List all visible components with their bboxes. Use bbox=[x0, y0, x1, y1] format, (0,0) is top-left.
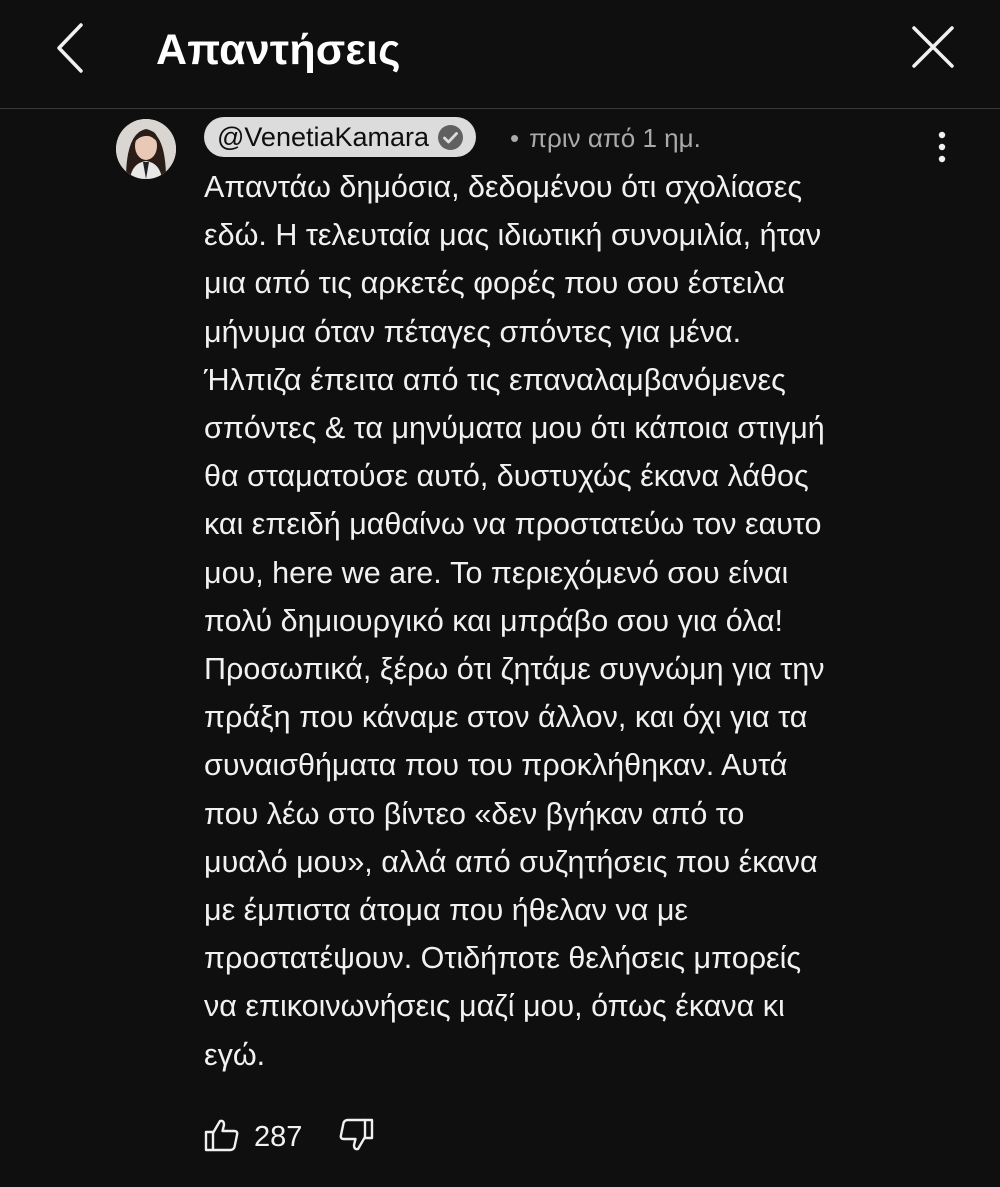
thumbs-up-icon bbox=[204, 1118, 240, 1157]
comment-thread-item: @VenetiaKamara • πριν από 1 ημ. Απαντάω δ… bbox=[0, 109, 1000, 1187]
verified-badge-icon bbox=[437, 124, 464, 151]
thumbs-down-icon bbox=[338, 1118, 374, 1157]
header-bar: Απαντήσεις bbox=[0, 0, 1000, 109]
like-count: 287 bbox=[254, 1121, 303, 1153]
comment-actions: 287 bbox=[204, 1113, 374, 1161]
meta-separator: • bbox=[510, 123, 520, 153]
avatar[interactable] bbox=[116, 119, 176, 179]
close-icon bbox=[911, 25, 955, 74]
comment-timestamp: πριν από 1 ημ. bbox=[529, 123, 701, 153]
back-button[interactable] bbox=[40, 18, 100, 82]
dislike-button[interactable] bbox=[338, 1118, 374, 1157]
chevron-left-icon bbox=[55, 22, 85, 79]
comment-meta: • πριν από 1 ημ. bbox=[510, 119, 701, 157]
author-name: @VenetiaKamara bbox=[217, 122, 430, 152]
like-button[interactable]: 287 bbox=[204, 1117, 302, 1157]
page-title: Απαντήσεις bbox=[156, 26, 401, 74]
author-chip[interactable]: @VenetiaKamara bbox=[204, 117, 477, 157]
close-button[interactable] bbox=[898, 14, 968, 84]
comment-text: Απαντάω δημόσια, δεδομένου ότι σχολίασες… bbox=[204, 170, 825, 1072]
